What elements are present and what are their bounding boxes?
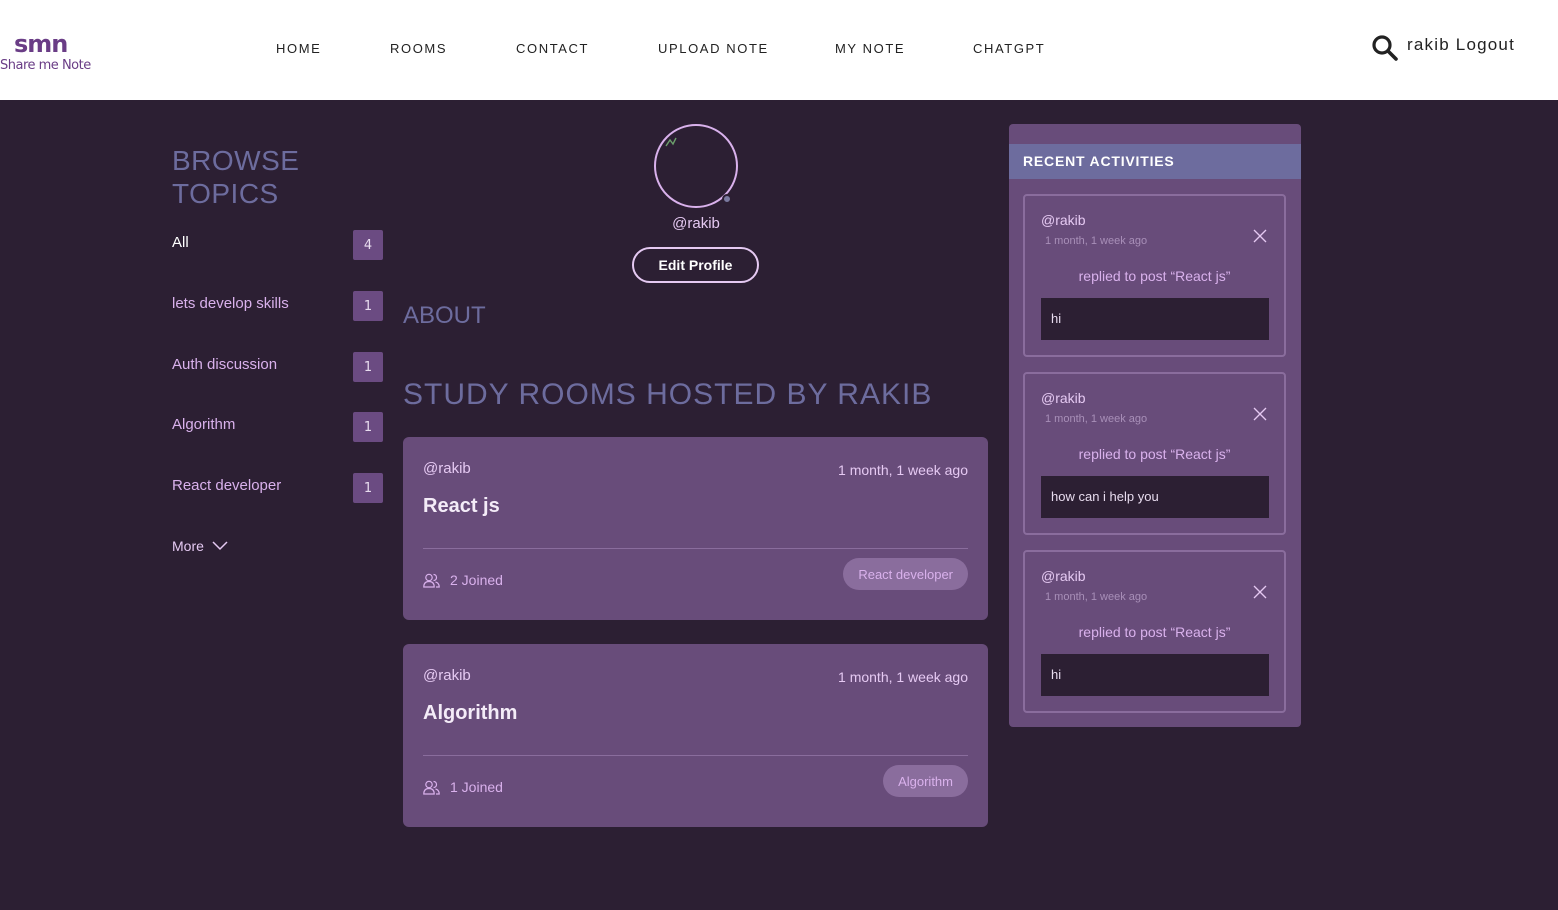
topic-count: 1 — [353, 412, 383, 442]
activity-description: replied to post “React js” — [1078, 268, 1231, 284]
activity-user[interactable]: @rakib — [1041, 212, 1086, 228]
activity-item: @rakib 1 month, 1 week ago replied to po… — [1023, 550, 1286, 713]
room-divider — [423, 548, 968, 549]
close-icon[interactable] — [1252, 406, 1268, 422]
room-title-link[interactable]: Algorithm — [423, 702, 517, 725]
activity-user[interactable]: @rakib — [1041, 568, 1086, 584]
room-divider — [423, 755, 968, 756]
activity-description: replied to post “React js” — [1078, 446, 1231, 462]
nav-upload-note[interactable]: UPLOAD NOTE — [658, 41, 769, 56]
nav-my-note[interactable]: MY NOTE — [835, 41, 905, 56]
room-topic-tag[interactable]: React developer — [843, 558, 968, 590]
nav-home[interactable]: HOME — [276, 41, 321, 56]
topic-count: 1 — [353, 291, 383, 321]
activity-time: 1 month, 1 week ago — [1045, 413, 1148, 425]
activity-item: @rakib 1 month, 1 week ago replied to po… — [1023, 372, 1286, 535]
more-topics-button[interactable]: More — [172, 538, 228, 554]
topic-label: Algorithm — [172, 416, 236, 433]
topic-count: 4 — [353, 230, 383, 260]
logo-mark: smn — [14, 30, 68, 58]
nav-chatgpt[interactable]: CHATGPT — [973, 41, 1045, 56]
top-navbar: smn Share me Note HOME ROOMS CONTACT UPL… — [0, 0, 1558, 100]
activity-message: hi — [1041, 298, 1269, 340]
logo[interactable]: smn Share me Note — [0, 30, 100, 76]
topic-label: Auth discussion — [172, 356, 278, 373]
activity-description: replied to post “React js” — [1078, 624, 1231, 640]
topic-react-developer[interactable]: React developer 1 — [172, 473, 383, 505]
room-title-link[interactable]: React js — [423, 495, 500, 518]
topic-auth-discussion[interactable]: Auth discussion 1 — [172, 352, 383, 384]
activity-user[interactable]: @rakib — [1041, 390, 1086, 406]
user-area: rakib Logout — [1407, 35, 1515, 55]
topic-algorithm[interactable]: Algorithm 1 — [172, 412, 383, 444]
topic-count: 1 — [353, 473, 383, 503]
activity-message: hi — [1041, 654, 1269, 696]
more-label: More — [172, 538, 204, 554]
browse-title-line1: BROWSE — [172, 145, 300, 176]
topic-all[interactable]: All 4 — [172, 230, 383, 262]
about-heading: ABOUT — [403, 302, 486, 329]
room-joined-count: 1 Joined — [450, 779, 503, 795]
room-time: 1 month, 1 week ago — [838, 462, 968, 478]
room-joined-count: 2 Joined — [450, 572, 503, 588]
nav-contact[interactable]: CONTACT — [516, 41, 589, 56]
activity-time: 1 month, 1 week ago — [1045, 235, 1148, 247]
logo-text: Share me Note — [0, 58, 91, 73]
room-joined: 1 Joined — [423, 779, 503, 795]
room-card: @rakib 1 month, 1 week ago Algorithm 1 J… — [403, 644, 988, 827]
room-joined: 2 Joined — [423, 572, 503, 588]
topic-label: lets develop skills — [172, 295, 289, 312]
edit-profile-button[interactable]: Edit Profile — [632, 247, 759, 283]
browse-title-line2: TOPICS — [172, 178, 279, 209]
profile-handle: @rakib — [672, 215, 720, 232]
nav-rooms[interactable]: ROOMS — [390, 41, 447, 56]
username-link[interactable]: rakib — [1407, 35, 1450, 54]
activity-time: 1 month, 1 week ago — [1045, 591, 1148, 603]
recent-activities-heading: RECENT ACTIVITIES — [1009, 144, 1301, 179]
room-topic-tag[interactable]: Algorithm — [883, 765, 968, 797]
room-host[interactable]: @rakib — [423, 460, 471, 477]
broken-image-icon — [665, 137, 677, 147]
recent-activities-panel: RECENT ACTIVITIES @rakib 1 month, 1 week… — [1009, 124, 1301, 727]
room-card: @rakib 1 month, 1 week ago React js 2 Jo… — [403, 437, 988, 620]
logout-link[interactable]: Logout — [1456, 35, 1515, 54]
activity-item: @rakib 1 month, 1 week ago replied to po… — [1023, 194, 1286, 357]
browse-topics-heading: BROWSE TOPICS — [172, 144, 299, 210]
topic-label: React developer — [172, 477, 282, 494]
close-icon[interactable] — [1252, 228, 1268, 244]
activity-message: how can i help you — [1041, 476, 1269, 518]
online-status-icon — [722, 194, 732, 204]
chevron-down-icon — [212, 541, 228, 551]
room-host[interactable]: @rakib — [423, 667, 471, 684]
search-icon[interactable] — [1371, 34, 1399, 62]
close-icon[interactable] — [1252, 584, 1268, 600]
rooms-heading: STUDY ROOMS HOSTED BY RAKIB — [403, 378, 933, 411]
users-icon — [423, 573, 440, 588]
topic-label: All — [172, 234, 189, 251]
topic-count: 1 — [353, 352, 383, 382]
topic-lets-develop-skills[interactable]: lets develop skills 1 — [172, 291, 383, 323]
room-time: 1 month, 1 week ago — [838, 669, 968, 685]
users-icon — [423, 780, 440, 795]
